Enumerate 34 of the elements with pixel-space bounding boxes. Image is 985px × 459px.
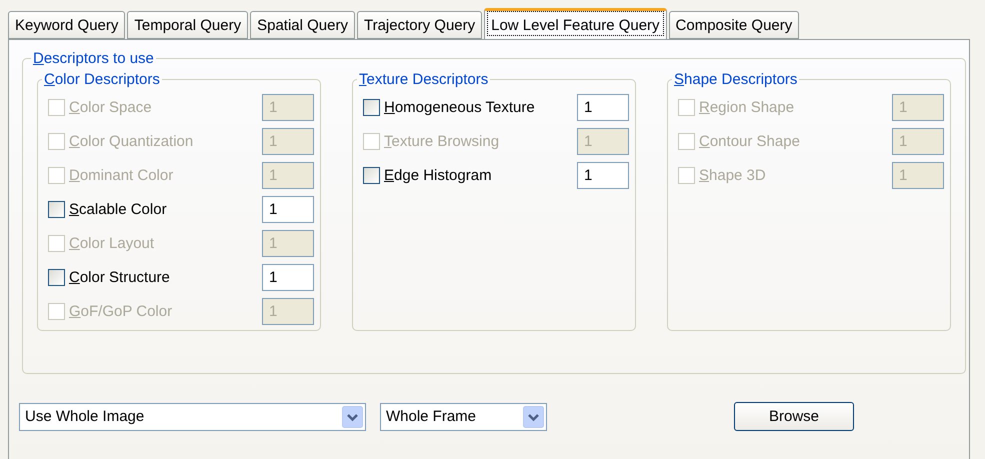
group-title: Shape Descriptors	[673, 71, 798, 88]
checkbox[interactable]	[363, 99, 380, 116]
checkbox[interactable]	[363, 167, 380, 184]
checkbox[interactable]	[48, 201, 65, 218]
checkbox-label: Texture Browsing	[384, 133, 500, 150]
checkbox-label: Contour Shape	[699, 133, 801, 150]
checkbox-label: Edge Histogram	[384, 167, 493, 184]
tab[interactable]: Composite Query	[668, 11, 800, 39]
number-field[interactable]: 1	[577, 94, 629, 121]
tab[interactable]: Trajectory Query	[356, 11, 482, 39]
checkbox-label: Scalable Color	[69, 201, 168, 218]
checkbox-label: Color Quantization	[69, 133, 194, 150]
browse-button[interactable]: Browse	[734, 402, 854, 431]
number-field[interactable]: 1	[577, 162, 629, 189]
group-title: Descriptors to use	[32, 50, 155, 67]
checkbox-label: Shape 3D	[699, 167, 767, 184]
tab[interactable]: Temporal Query	[127, 11, 248, 39]
checkbox-label: Homogeneous Texture	[384, 99, 536, 116]
tab[interactable]: Low Level Feature Query	[484, 8, 667, 39]
checkbox-label: Dominant Color	[69, 167, 174, 184]
frame-dropdown[interactable]: Whole Frame	[380, 402, 547, 430]
tab[interactable]: Keyword Query	[8, 11, 126, 39]
checkbox[interactable]	[48, 269, 65, 286]
checkbox-label: Color Layout	[69, 235, 156, 252]
region-dropdown[interactable]: Use Whole Image	[19, 402, 366, 430]
checkbox-label: GoF/GoP Color	[69, 303, 174, 320]
group-title: Color Descriptors	[43, 71, 161, 88]
group-title: Texture Descriptors	[358, 71, 490, 88]
checkbox-label: Region Shape	[699, 99, 796, 116]
number-field[interactable]: 1	[262, 196, 314, 223]
checkbox-label: Color Structure	[69, 269, 171, 286]
checkbox-label: Color Space	[69, 99, 153, 116]
number-field[interactable]: 1	[262, 264, 314, 291]
tab[interactable]: Spatial Query	[250, 11, 355, 39]
